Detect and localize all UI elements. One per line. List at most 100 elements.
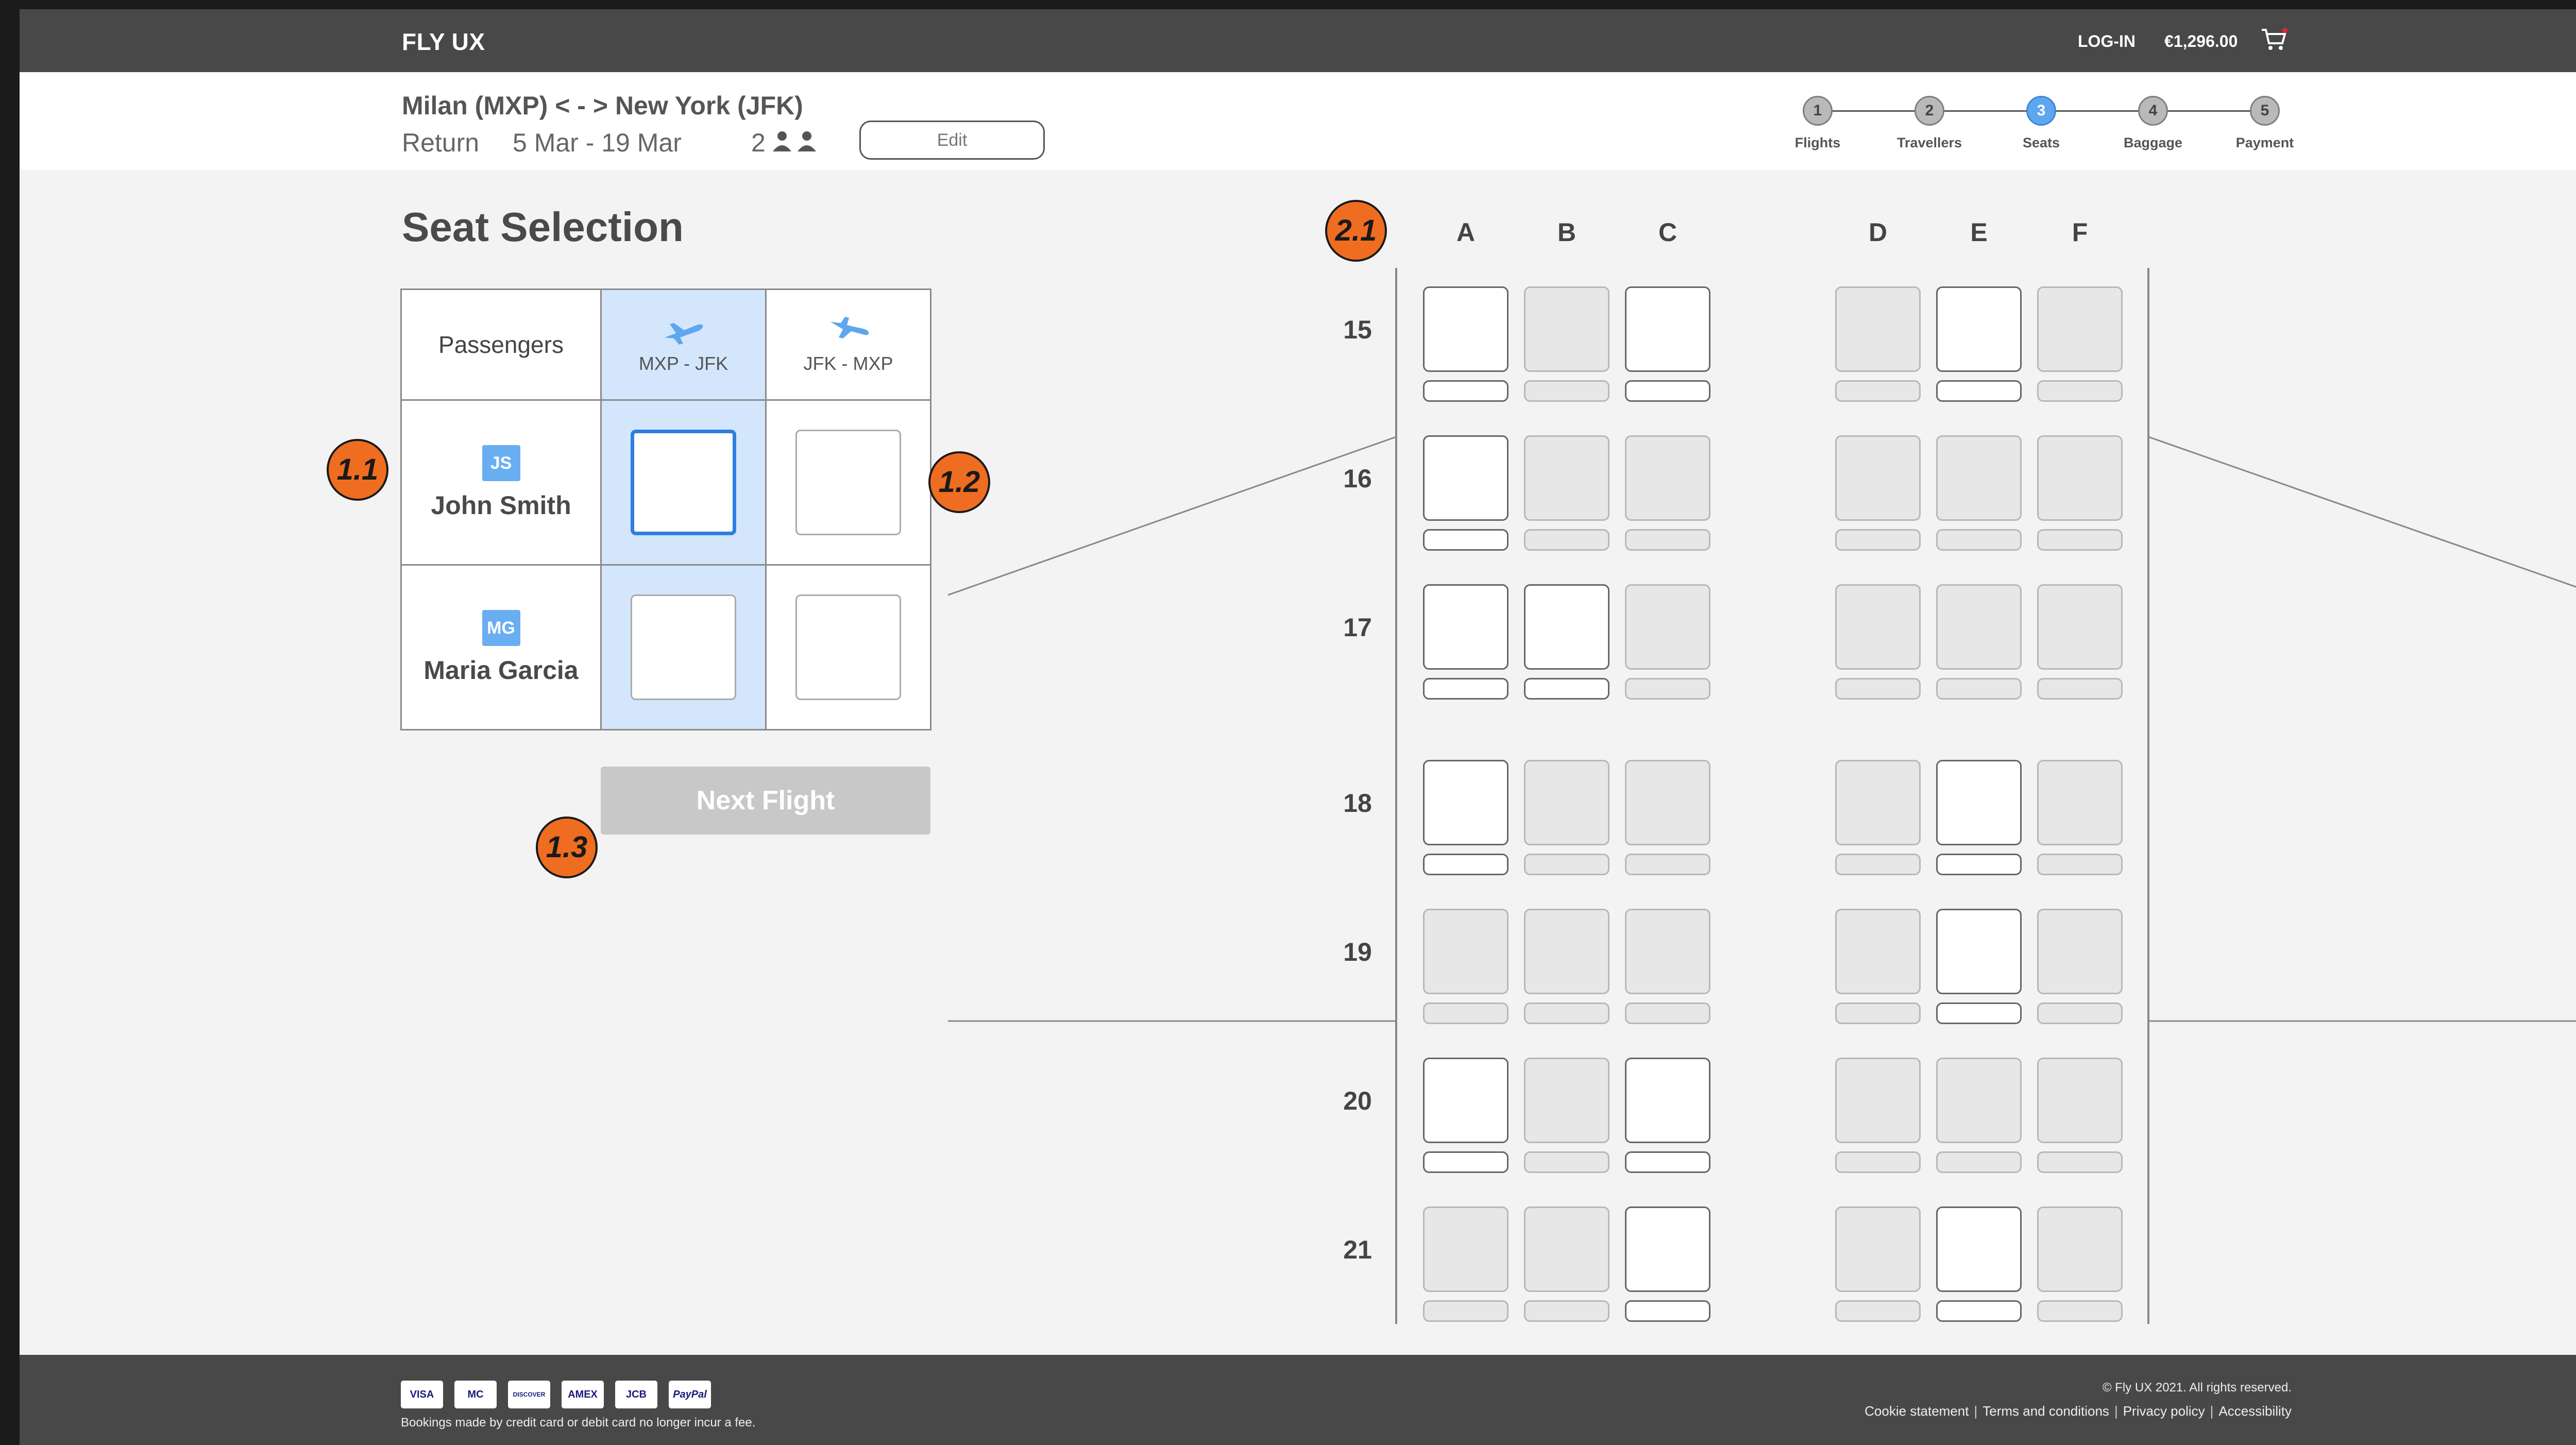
seat-slot-outbound [600, 399, 767, 566]
seat-cushion [2037, 1002, 2123, 1024]
seat-slot-return [765, 399, 931, 566]
seat-back [1625, 760, 1710, 845]
seat-box-js-outbound[interactable] [631, 430, 736, 535]
seat-unavailable [2037, 909, 2123, 1024]
seat-back [1423, 584, 1509, 670]
seat-available[interactable] [1936, 909, 2022, 1024]
step-circle: 2 [1914, 96, 1944, 126]
privacy-policy-link[interactable]: Privacy policy [2123, 1403, 2205, 1419]
seat-available[interactable] [1936, 1206, 2022, 1322]
passenger-cell: JS John Smith [400, 399, 602, 566]
seat-unavailable [1625, 435, 1710, 551]
seat-available[interactable] [1936, 286, 2022, 402]
callout-1-1: 1.1 [327, 439, 388, 501]
seat-back [1936, 1206, 2022, 1292]
seat-unavailable [1524, 1058, 1609, 1173]
seat-back [1936, 1058, 2022, 1143]
callout-2-1: 2.1 [1325, 200, 1387, 262]
seat-unavailable [1625, 760, 1710, 875]
seat-cushion [1625, 380, 1710, 402]
seat-slot-return [765, 564, 931, 730]
seat-back [1423, 760, 1509, 845]
seat-back [2037, 435, 2123, 521]
passenger-seat-table: Passengers MXP - JFK JFK - MXP JS John S… [400, 288, 931, 730]
seat-back [1936, 435, 2022, 521]
next-flight-button[interactable]: Next Flight [601, 767, 930, 835]
seat-back [1423, 909, 1509, 994]
flight-header-outbound[interactable]: MXP - JFK [600, 288, 767, 401]
seat-unavailable [1835, 435, 1921, 551]
seat-back [1625, 1058, 1710, 1143]
seat-available[interactable] [1423, 584, 1509, 700]
seat-cushion [1423, 529, 1509, 551]
seat-unavailable [1524, 286, 1609, 402]
accessibility-link[interactable]: Accessibility [2218, 1403, 2292, 1419]
flight-label: JFK - MXP [803, 353, 893, 374]
seat-back [1625, 435, 1710, 521]
seat-back [1625, 1206, 1710, 1292]
seat-available[interactable] [1524, 584, 1609, 700]
seat-unavailable [2037, 584, 2123, 700]
plane-landing-icon [830, 317, 869, 338]
seat-unavailable [2037, 1206, 2123, 1322]
seat-unavailable [1936, 1058, 2022, 1173]
seat-cushion [1936, 854, 2022, 875]
footer-links: Cookie statement | Terms and conditions … [1865, 1403, 2292, 1419]
step-circle: 3 [2026, 96, 2056, 126]
seat-unavailable [1625, 584, 1710, 700]
seat-available[interactable] [1423, 435, 1509, 551]
seat-row-number: 15 [1343, 315, 1372, 344]
seat-back [1524, 760, 1609, 845]
seat-box-mg-return[interactable] [795, 594, 901, 700]
seat-available[interactable] [1625, 1206, 1710, 1322]
seat-row-number: 18 [1343, 789, 1372, 818]
seat-unavailable [2037, 435, 2123, 551]
seat-back [1936, 584, 2022, 670]
callout-1-3: 1.3 [536, 817, 598, 878]
paypal-icon: PayPal [669, 1381, 711, 1408]
seat-available[interactable] [1423, 1058, 1509, 1173]
seat-unavailable [2037, 286, 2123, 402]
terms-link[interactable]: Terms and conditions [1982, 1403, 2109, 1419]
seat-cushion [2037, 529, 2123, 551]
seat-back [2037, 1058, 2123, 1143]
seat-unavailable [1835, 1206, 1921, 1322]
seat-back [1835, 760, 1921, 845]
seat-cushion [1936, 1300, 2022, 1322]
seat-back [1936, 760, 2022, 845]
payment-methods: VISA MC DISCOVER AMEX JCB PayPal [401, 1381, 711, 1409]
seat-back [2037, 1206, 2123, 1292]
passenger-name: John Smith [431, 490, 571, 520]
flight-header-return[interactable]: JFK - MXP [765, 288, 931, 401]
seat-unavailable [1835, 1058, 1921, 1173]
cabin-outline [947, 268, 2576, 1324]
seat-back [1835, 1206, 1921, 1292]
seat-column-label: C [1658, 218, 1677, 247]
seat-cushion [1524, 1151, 1609, 1173]
seat-back [1936, 286, 2022, 372]
seat-available[interactable] [1423, 286, 1509, 402]
seat-available[interactable] [1625, 1058, 1710, 1173]
seat-cushion [1423, 1151, 1509, 1173]
seat-row-number: 20 [1343, 1086, 1372, 1115]
seat-unavailable [1835, 909, 1921, 1024]
cookie-statement-link[interactable]: Cookie statement [1865, 1403, 1969, 1419]
seat-row-number: 16 [1343, 464, 1372, 493]
seat-column-label: B [1557, 218, 1577, 247]
seat-cushion [2037, 678, 2123, 700]
seat-cushion [1524, 678, 1609, 700]
seat-cushion [1625, 678, 1710, 700]
seat-cushion [1625, 1300, 1710, 1322]
seat-cushion [1625, 529, 1710, 551]
seat-box-mg-outbound[interactable] [631, 594, 736, 700]
seat-cushion [1524, 1300, 1609, 1322]
passenger-name: Maria Garcia [423, 655, 579, 685]
seat-back [1524, 435, 1609, 521]
step-circle: 5 [2250, 96, 2280, 126]
seat-available[interactable] [1625, 286, 1710, 402]
seat-cushion [1524, 1002, 1609, 1024]
seat-available[interactable] [1423, 760, 1509, 875]
seat-unavailable [1936, 435, 2022, 551]
seat-box-js-return[interactable] [795, 430, 901, 535]
seat-available[interactable] [1936, 760, 2022, 875]
